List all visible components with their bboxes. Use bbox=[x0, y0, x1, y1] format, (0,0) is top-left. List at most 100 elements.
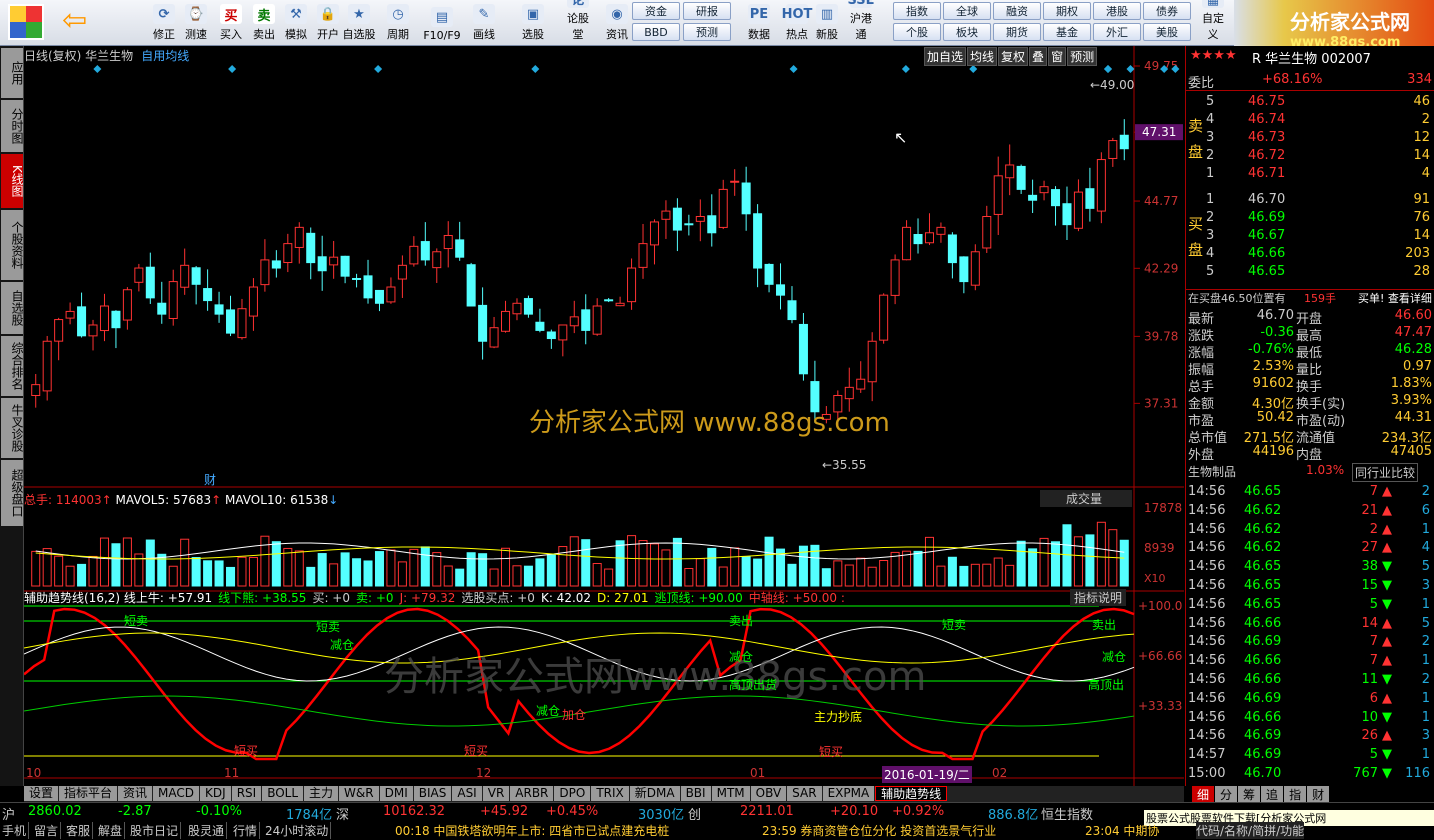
panel-tab[interactable]: 指 bbox=[1284, 786, 1307, 803]
left-tab[interactable]: K线图 bbox=[1, 154, 24, 208]
panel-tab[interactable]: 财 bbox=[1307, 786, 1330, 803]
custom-button[interactable]: ▦ 自定义 bbox=[1197, 0, 1229, 44]
quick-link[interactable]: 基金 bbox=[1043, 23, 1091, 41]
indicator-signal-label: 减仓 bbox=[330, 638, 355, 652]
search-hint[interactable]: 代码/名称/简拼/功能 bbox=[1196, 822, 1305, 839]
quick-link[interactable]: 全球 bbox=[943, 2, 991, 20]
volume-selector[interactable]: 成交量 bbox=[1040, 490, 1132, 507]
chart-option-button[interactable]: 复权 bbox=[998, 47, 1029, 66]
ma-setting[interactable]: 自用均线 bbox=[141, 49, 189, 63]
status-link[interactable]: 客服 bbox=[66, 822, 94, 839]
indicator-tab[interactable]: VR bbox=[482, 786, 510, 801]
indicator-tab[interactable]: ARBR bbox=[510, 786, 554, 801]
left-tab[interactable]: 综合排名 bbox=[1, 336, 24, 396]
news-ticker[interactable]: 23:04 中期协 bbox=[1085, 822, 1159, 839]
status-link[interactable]: 股灵通 bbox=[188, 822, 228, 839]
indicator-tab[interactable]: RSI bbox=[231, 786, 262, 801]
indicator-help-button[interactable]: 指标说明 bbox=[1070, 589, 1127, 606]
status-link[interactable]: 股市日记 bbox=[130, 822, 182, 839]
status-link[interactable]: 解盘 bbox=[98, 822, 126, 839]
indicator-tab[interactable]: OBV bbox=[750, 786, 787, 801]
indicator-tab[interactable]: 辅助趋势线 bbox=[875, 786, 948, 801]
quick-link[interactable]: 融资 bbox=[993, 2, 1041, 20]
app-icon[interactable] bbox=[8, 4, 44, 40]
f10-button[interactable]: ▤ F10/F9 bbox=[420, 2, 464, 44]
back-icon[interactable]: ⇦ bbox=[62, 6, 96, 38]
chart-option-button[interactable]: 加自选 bbox=[924, 47, 967, 66]
quick-link[interactable]: 外汇 bbox=[1093, 23, 1141, 41]
simulate-button[interactable]: ⚒ 模拟 bbox=[280, 2, 312, 44]
chart-option-button[interactable]: 均线 bbox=[967, 47, 998, 66]
indicator-tab[interactable]: KDJ bbox=[200, 786, 231, 801]
quick-link[interactable]: 个股 bbox=[893, 23, 941, 41]
period-button[interactable]: ◷ 周期 bbox=[382, 2, 414, 44]
forum-button[interactable]: 论论股堂 bbox=[562, 0, 594, 44]
left-tab[interactable]: 个股资料 bbox=[1, 210, 24, 280]
quick-link[interactable]: 期货 bbox=[993, 23, 1041, 41]
quick-link[interactable]: 资金 bbox=[632, 2, 680, 20]
ipo-button[interactable]: ▥ 新股 bbox=[811, 2, 843, 44]
data-button[interactable]: PE 数据 bbox=[743, 2, 775, 44]
chart-option-button[interactable]: 叠 bbox=[1029, 47, 1048, 66]
status-link[interactable]: 手机 bbox=[2, 822, 30, 839]
quote-cell: 47.47 bbox=[1394, 325, 1432, 340]
speed-button[interactable]: ⌚ 测速 bbox=[180, 2, 212, 44]
status-link[interactable]: 留言 bbox=[34, 822, 62, 839]
buy-button[interactable]: 买买入 bbox=[215, 2, 247, 44]
quick-link[interactable]: 期权 bbox=[1043, 2, 1091, 20]
indicator-tab[interactable]: BBI bbox=[680, 786, 711, 801]
panel-tab[interactable]: 追 bbox=[1261, 786, 1284, 803]
finance-marker[interactable]: 财 bbox=[204, 473, 216, 487]
indicator-tab[interactable]: DMI bbox=[379, 786, 413, 801]
watchlist-button[interactable]: ★ 自选股 bbox=[336, 2, 382, 44]
indicator-tab[interactable]: 指标平台 bbox=[59, 786, 118, 801]
status-link[interactable]: 24小时滚动 bbox=[265, 822, 332, 839]
quick-link[interactable]: 美股 bbox=[1143, 23, 1191, 41]
kline-chart-area[interactable]: 49.75 44.77 42.29 39.78 37.31 47.31 ←49.00 ←35.… bbox=[24, 46, 1184, 786]
quote-cell: 46.65 bbox=[1244, 484, 1282, 499]
left-tab[interactable]: 牛叉诊股 bbox=[1, 398, 24, 458]
quick-link[interactable]: 指数 bbox=[893, 2, 941, 20]
left-tab[interactable]: 自选股 bbox=[1, 282, 24, 334]
indicator-tab[interactable]: TRIX bbox=[591, 786, 629, 801]
fix-button[interactable]: ⟳ 修正 bbox=[148, 2, 180, 44]
left-tab[interactable]: 超级盘口 bbox=[1, 460, 24, 526]
toolbar-button-label: 论股堂 bbox=[567, 12, 589, 41]
chart-option-button[interactable]: 预测 bbox=[1067, 47, 1098, 66]
indicator-tab[interactable]: MTM bbox=[711, 786, 750, 801]
indicator-tab[interactable]: MACD bbox=[153, 786, 200, 801]
indicator-tab[interactable]: W&R bbox=[339, 786, 379, 801]
quick-link[interactable]: 板块 bbox=[943, 23, 991, 41]
panel-tab[interactable]: 分 bbox=[1215, 786, 1238, 803]
stock-select-button[interactable]: ▣ 选股 bbox=[517, 2, 549, 44]
hk-connect-button[interactable]: SSE 沪港通 bbox=[845, 0, 877, 44]
indicator-tab[interactable]: 设置 bbox=[24, 786, 59, 801]
quick-link[interactable]: 债券 bbox=[1143, 2, 1191, 20]
indicator-tab[interactable]: DPO bbox=[554, 786, 591, 801]
indicator-tab[interactable]: SAR bbox=[787, 786, 822, 801]
watermark: 分析家公式网 www.88gs.com bbox=[529, 408, 890, 438]
left-tab[interactable]: 应用 bbox=[1, 48, 24, 98]
indicator-tab[interactable]: 新DMA bbox=[629, 786, 680, 801]
news-button[interactable]: ◉ 资讯 bbox=[601, 2, 633, 44]
quick-link[interactable]: 预测 bbox=[683, 23, 731, 41]
draw-button[interactable]: ✎ 画线 bbox=[468, 2, 500, 44]
news-ticker[interactable]: 23:59 券商资管仓位分化 投资首选景气行业 bbox=[762, 822, 996, 839]
indicator-tab[interactable]: 主力 bbox=[304, 786, 339, 801]
quick-link[interactable]: 港股 bbox=[1093, 2, 1141, 20]
panel-tab[interactable]: 细 bbox=[1192, 786, 1215, 803]
sell-button[interactable]: 卖卖出 bbox=[248, 2, 280, 44]
news-ticker[interactable]: 00:18 中国铁塔欲明年上市: 四省市已试点建充电桩 bbox=[395, 822, 669, 839]
indicator-tab[interactable]: 资讯 bbox=[118, 786, 153, 801]
status-link[interactable]: 行情 bbox=[233, 822, 261, 839]
indicator-tab[interactable]: EXPMA bbox=[822, 786, 875, 801]
left-tab[interactable]: 分时图 bbox=[1, 100, 24, 152]
quick-link[interactable]: 研报 bbox=[683, 2, 731, 20]
indicator-tab[interactable]: BOLL bbox=[262, 786, 304, 801]
indicator-tab[interactable]: BIAS bbox=[413, 786, 452, 801]
quick-link[interactable]: BBD bbox=[632, 23, 680, 41]
chart-option-button[interactable]: 窗 bbox=[1048, 47, 1067, 66]
indicator-tab[interactable]: ASI bbox=[452, 786, 482, 801]
stock-title[interactable]: R 华兰生物 002007 bbox=[1252, 48, 1371, 67]
panel-tab[interactable]: 筹 bbox=[1238, 786, 1261, 803]
